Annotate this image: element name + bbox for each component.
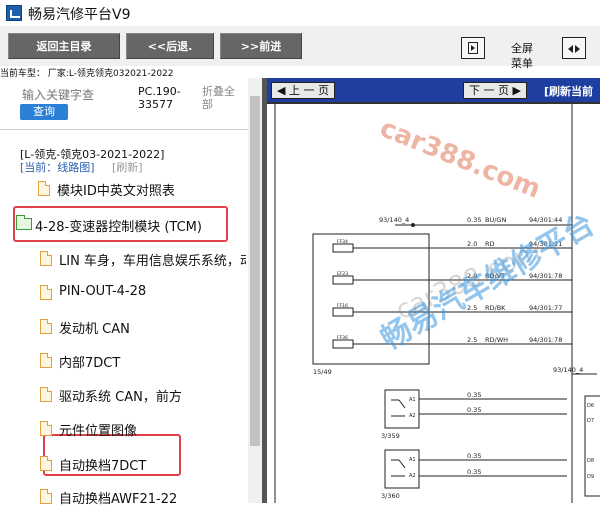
wire-size: 0.35 [467, 391, 481, 399]
wire-color: RD/BK [485, 304, 506, 312]
left-scrollbar[interactable] [248, 78, 262, 503]
tree-item-label: 元件位置图像 [59, 424, 138, 439]
pin-label: D6 [587, 403, 594, 409]
current-section-link[interactable]: [当前：线路图] [20, 159, 95, 175]
connector-label: 93/140_4 [379, 216, 409, 224]
pin-label: A2 [409, 413, 416, 419]
arrow-left-icon [568, 45, 573, 53]
fullscreen-button[interactable] [461, 37, 485, 59]
document-icon [40, 387, 52, 402]
wire-size: 2.0 [467, 240, 477, 248]
tree-item[interactable]: PIN-OUT-4-28 [40, 282, 246, 304]
search-input[interactable]: 输入关键字查 [22, 86, 94, 103]
arrow-left-icon: ◀ [277, 84, 289, 97]
fullscreen-label: 全屏 [511, 42, 533, 55]
document-icon [40, 456, 52, 471]
search-area: 输入关键字查 查询 PC.190-33577 折叠全部 [0, 78, 248, 130]
forward-button[interactable]: >>前进 [220, 33, 302, 59]
pin-label: A1 [409, 397, 416, 403]
wire-size: 0.35 [467, 216, 481, 224]
navigation-panel: 输入关键字查 查询 PC.190-33577 折叠全部 [L-领克-领克03-2… [0, 78, 265, 507]
document-viewer: ◀ 上 一 页 下 一 页 ▶ [刷新当前 93/140_4 15/49 93/… [267, 78, 600, 503]
tree-item-label: 发动机 CAN [59, 322, 130, 337]
pin-label: D7 [587, 418, 594, 424]
wire-size: 2.5 [467, 336, 477, 344]
search-button[interactable]: 查询 [20, 104, 68, 120]
wire-pin: 94/301:77 [529, 304, 562, 312]
tree-item-label: 驱动系统 CAN，前方 [59, 390, 182, 405]
document-icon [38, 181, 50, 196]
app-title: 畅易汽修平台V9 [28, 7, 131, 23]
wire-color: RD/WH [485, 336, 508, 344]
wiring-diagram: 93/140_4 15/49 93/140_4 3/359 3/360 FF34… [274, 104, 600, 503]
tree-folder-item[interactable]: 4-28-变速器控制模块 (TCM) [16, 214, 246, 236]
wire-color: RD [485, 240, 495, 248]
open-folder-icon [16, 215, 32, 230]
app-icon [6, 5, 22, 21]
viewer-toolbar: ◀ 上 一 页 下 一 页 ▶ [刷新当前 [267, 78, 600, 102]
tree-item[interactable]: 发动机 CAN [40, 316, 246, 338]
document-icon [40, 489, 52, 504]
tree-item[interactable]: 自动换档AWF21-22 [40, 486, 246, 508]
pin-label: A1 [409, 457, 416, 463]
arrow-right-icon [575, 45, 580, 53]
fuse-label: EF23 [337, 271, 348, 277]
tree-item-label: PIN-OUT-4-28 [59, 284, 147, 299]
wire-color: BU/GN [485, 216, 506, 224]
scrollbar-thumb[interactable] [250, 96, 260, 446]
wire-size: 0.35 [467, 406, 481, 414]
tree-item[interactable]: 驱动系统 CAN，前方 [40, 384, 246, 406]
fuse-label: FF36 [337, 335, 348, 341]
wire-size: 0.35 [467, 452, 481, 460]
document-icon [40, 353, 52, 368]
tree-item-label: 内部7DCT [59, 356, 121, 371]
menu-label: 菜单 [511, 57, 533, 70]
connector-label: 3/359 [381, 432, 400, 440]
previous-page-button[interactable]: ◀ 上 一 页 [271, 82, 335, 99]
next-page-button[interactable]: 下 一 页 ▶ [463, 82, 527, 99]
connector-label: 93/140_4 [553, 366, 583, 374]
home-button[interactable]: 返回主目录 [8, 33, 120, 59]
wire-pin: 94/301:11 [529, 240, 562, 248]
title-bar: 畅易汽修平台V9 [0, 0, 600, 26]
fuse-label: FF16 [337, 303, 348, 309]
wire-size: 0.35 [467, 468, 481, 476]
tree-item[interactable]: 内部7DCT [40, 350, 246, 372]
arrow-right-icon [471, 45, 475, 51]
connector-label: 15/49 [313, 368, 332, 376]
document-icon [40, 421, 52, 436]
wire-size: 2.5 [467, 304, 477, 312]
refresh-page-button[interactable]: [刷新当前 [544, 83, 593, 99]
fuse-label: FF34 [337, 239, 348, 245]
document-icon [40, 251, 52, 266]
back-button[interactable]: <<后退. [126, 33, 214, 59]
arrow-right-icon: ▶ [509, 84, 521, 97]
tree-item-label: LIN 车身，车用信息娱乐系统，动 [59, 254, 246, 269]
document-code: PC.190-33577 [138, 85, 181, 111]
document-icon [40, 285, 52, 300]
tree-item[interactable]: 模块ID中英文对照表 [38, 178, 246, 200]
pin-label: A2 [409, 473, 416, 479]
tree-item-label: 4-28-变速器控制模块 (TCM) [35, 220, 202, 235]
wire-pin: 94/301:78 [529, 272, 562, 280]
wire-pin: 94/301:44 [529, 216, 562, 224]
document-icon [40, 319, 52, 334]
wire-color: RD/VT [485, 272, 505, 280]
tree-item[interactable]: 自动换档7DCT [40, 453, 246, 475]
refresh-link[interactable]: [刷新] [112, 159, 143, 175]
menu-toggle-button[interactable] [562, 37, 586, 59]
wire-size: 2.0 [467, 272, 477, 280]
pin-label: D9 [587, 474, 594, 480]
collapse-all-button[interactable]: 折叠全部 [202, 85, 238, 111]
tree-item[interactable]: 元件位置图像 [40, 418, 246, 440]
tree-item-label: 自动换档7DCT [59, 459, 147, 474]
wire-pin: 94/301:78 [529, 336, 562, 344]
connector-label: 3/360 [381, 492, 400, 500]
tree-item[interactable]: LIN 车身，车用信息娱乐系统，动 [40, 248, 246, 270]
pin-label: D8 [587, 458, 594, 464]
tree-item-label: 自动换档AWF21-22 [59, 492, 178, 507]
tree-item-label: 模块ID中英文对照表 [57, 184, 175, 199]
